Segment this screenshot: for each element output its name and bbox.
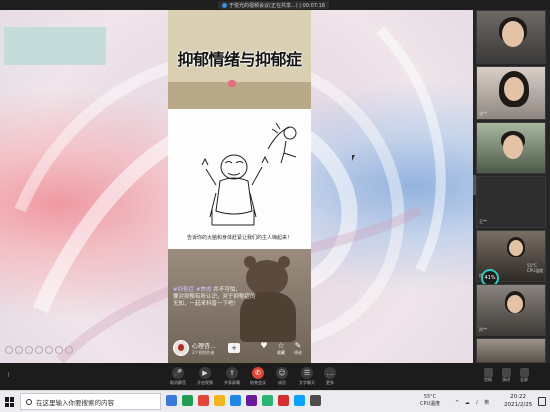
system-tray[interactable]: ^ ☁ ♪ 英: [455, 399, 491, 406]
taskbar-app-icon[interactable]: [198, 395, 209, 406]
search-placeholder: 在这里输入你要搜索的内容: [36, 398, 114, 407]
members-button[interactable]: ☺ 成员: [268, 367, 296, 386]
sharing-dot-icon: [222, 2, 227, 8]
share-icon: ⇪: [226, 367, 238, 379]
search-icon: [26, 398, 32, 405]
more-icon: …: [324, 367, 336, 379]
meeting-title-bar: 于悦光的视频会议(正在共享...) | 00:07:18: [0, 0, 550, 10]
participant-tile[interactable]: [476, 122, 546, 174]
taskbar-app-icon[interactable]: [166, 395, 177, 406]
notification-icon[interactable]: [538, 397, 546, 406]
taskbar-clock[interactable]: 20:22 2021/2/25: [504, 394, 532, 409]
taskbar-app-icon[interactable]: [182, 395, 193, 406]
control-dot-icon[interactable]: [5, 346, 13, 354]
player-mini-controls[interactable]: [5, 346, 73, 354]
taskbar-app-icon[interactable]: [278, 395, 289, 406]
fullscreen-button[interactable]: 全屏: [517, 368, 531, 383]
windows-taskbar: 在这里输入你要搜索的内容 55°C CPU温度 ^ ☁ ♪ 英 20:22 20…: [0, 390, 550, 412]
participant-list: 张** 王** 徐** 41% 55°C CPU温度 孙**: [473, 10, 550, 363]
control-dot-icon[interactable]: [55, 346, 63, 354]
taskbar-app-icon[interactable]: [294, 395, 305, 406]
participant-tile[interactable]: 王**: [476, 176, 546, 228]
like-button[interactable]: ♥: [257, 341, 271, 350]
post-hashtags[interactable]: #抑郁症 #焦虑: [173, 287, 211, 293]
sketch-caption: 告诉你的大脑和身体赶紧让我们的主人嗨起来！: [186, 235, 292, 241]
taskbar-app-icon[interactable]: [214, 395, 225, 406]
sharing-indicator[interactable]: 于悦光的视频会议(正在共享...) | 00:07:18: [218, 1, 329, 9]
author-name: 心理咨...: [192, 342, 216, 350]
star-icon: ☆: [277, 341, 285, 350]
taskbar-app-icon[interactable]: [262, 395, 273, 406]
taskbar-app-icon[interactable]: [246, 395, 257, 406]
comment-icon: ✎: [294, 341, 302, 350]
follow-button[interactable]: +: [228, 343, 240, 353]
pinned-apps: [166, 395, 321, 406]
favorite-button[interactable]: ☆ 收藏: [274, 341, 288, 356]
shared-screen: 抑郁情绪与抑郁症 告诉你的大脑和身体赶紧让我们的主人嗨起来！ #抑郁症 #焦虑 …: [0, 10, 473, 363]
fullscreen-icon: [519, 368, 529, 377]
grid-view-button[interactable]: 宫格: [481, 368, 495, 383]
comment-button[interactable]: ✎ 评论: [291, 341, 305, 356]
post-author[interactable]: 心理咨... 2个视频作者: [173, 340, 216, 356]
post-description: #抑郁症 #焦虑 并不可怕， 要对抑郁有所认识，对于抑郁症的 无知，一起来科普一…: [173, 287, 256, 307]
members-icon: ☺: [276, 367, 288, 379]
share-screen-button[interactable]: ⇪ 共享屏幕: [218, 367, 246, 386]
more-button[interactable]: … 更多: [316, 367, 344, 386]
windows-start-icon[interactable]: [5, 397, 15, 407]
sketch-illustration: [168, 109, 311, 249]
heart-icon: [228, 80, 236, 87]
mouse-cursor-icon: [352, 155, 358, 161]
cpu-temp-readout: 55°C CPU温度: [527, 263, 544, 273]
control-dot-icon[interactable]: [15, 346, 23, 354]
participant-tile[interactable]: [476, 338, 546, 363]
heart-icon: ♥: [260, 341, 268, 350]
desktop-screen: 于悦光的视频会议(正在共享...) | 00:07:18 抑郁情绪与抑郁症 告诉…: [0, 0, 550, 412]
unmute-button[interactable]: 🎤 取消静音: [164, 367, 192, 386]
participant-tile[interactable]: 张**: [476, 66, 546, 120]
speaker-icon: [501, 368, 511, 377]
sketch-figure-image: [201, 122, 297, 226]
control-dot-icon[interactable]: [45, 346, 53, 354]
sticky-note[interactable]: [4, 27, 106, 65]
participant-tile[interactable]: 孙**: [476, 284, 546, 336]
taskbar-app-icon[interactable]: [230, 395, 241, 406]
participant-tile[interactable]: [476, 10, 546, 64]
author-subtitle: 2个视频作者: [192, 349, 215, 355]
video-post[interactable]: 抑郁情绪与抑郁症 告诉你的大脑和身体赶紧让我们的主人嗨起来！ #抑郁症 #焦虑 …: [168, 10, 311, 363]
speaker-view-button[interactable]: 演讲: [499, 368, 513, 383]
grid-icon: [483, 368, 493, 377]
taskbar-app-icon[interactable]: [310, 395, 321, 406]
microphone-icon: 🎤: [172, 367, 184, 379]
control-dot-icon[interactable]: [65, 346, 73, 354]
meeting-toolbar: ⌇ 🎤 取消静音 ▶ 开启视频 ⇪ 共享屏幕 ✆ 结束会议 ☺ 成员 ☰ 文字聊…: [0, 363, 550, 390]
signal-icon[interactable]: ⌇: [7, 372, 10, 379]
phone-hangup-icon: ✆: [252, 367, 264, 379]
taskbar-search-input[interactable]: 在这里输入你要搜索的内容: [20, 393, 161, 410]
control-dot-icon[interactable]: [25, 346, 33, 354]
cpu-temperature[interactable]: 55°C CPU温度: [420, 394, 440, 408]
camera-icon: ▶: [199, 367, 211, 379]
start-video-button[interactable]: ▶ 开启视频: [191, 367, 219, 386]
post-title: 抑郁情绪与抑郁症: [177, 50, 302, 69]
control-dot-icon[interactable]: [35, 346, 43, 354]
window-title: 于悦光的视频会议(正在共享...) | 00:07:18: [229, 2, 325, 9]
avatar[interactable]: [173, 340, 189, 356]
chat-icon: ☰: [301, 367, 313, 379]
